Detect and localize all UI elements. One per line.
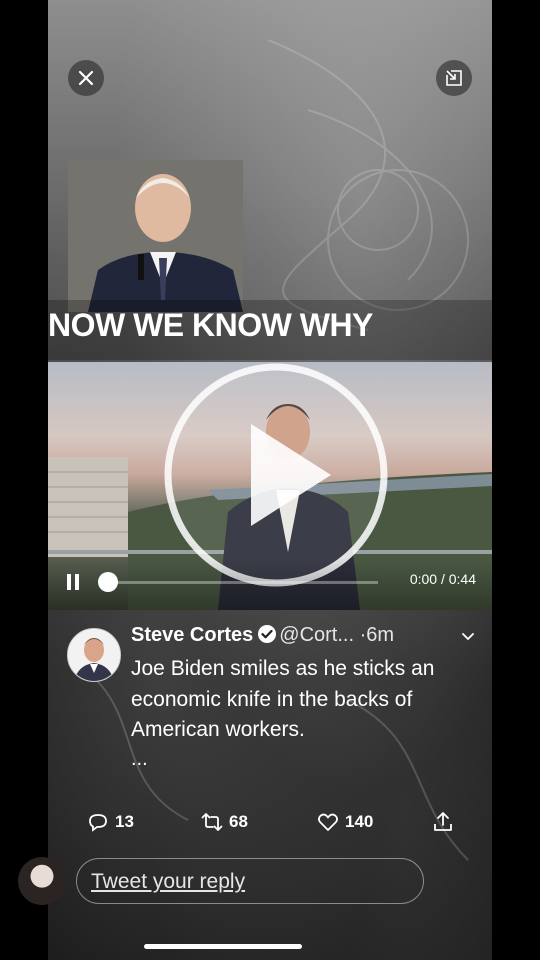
avatar[interactable] bbox=[67, 628, 121, 682]
person-photo-icon bbox=[68, 160, 243, 312]
progress-track[interactable] bbox=[108, 581, 378, 584]
minimize-icon bbox=[446, 70, 462, 86]
tweet-header: Steve Cortes @Cort... ·6m bbox=[131, 624, 476, 647]
play-button[interactable] bbox=[163, 362, 389, 588]
meme-photo bbox=[68, 160, 243, 312]
share-icon bbox=[434, 812, 452, 831]
time-ago: 6m bbox=[366, 624, 395, 646]
video-player[interactable]: 0:00 / 0:44 bbox=[48, 362, 492, 610]
retweet-button[interactable]: 68 bbox=[200, 810, 248, 834]
reply-placeholder: Tweet your reply bbox=[91, 870, 246, 893]
tweet-actions: 13 68 140 bbox=[48, 810, 492, 840]
reply-count: 13 bbox=[115, 812, 134, 831]
like-button[interactable]: 140 bbox=[316, 810, 373, 834]
pause-icon[interactable] bbox=[66, 573, 80, 591]
reply-icon bbox=[89, 814, 107, 832]
minimize-button[interactable] bbox=[436, 60, 472, 96]
heart-icon bbox=[318, 813, 338, 831]
author-photo bbox=[68, 629, 120, 681]
play-icon bbox=[164, 363, 388, 587]
retweet-icon bbox=[201, 813, 223, 831]
meme-caption: NOW WE KNOW WHY bbox=[48, 307, 373, 343]
home-indicator[interactable] bbox=[144, 944, 302, 949]
author-name[interactable]: Steve Cortes bbox=[131, 624, 253, 646]
retweet-count: 68 bbox=[229, 812, 248, 831]
verified-badge-icon bbox=[258, 625, 277, 643]
story-viewer: NOW WE KNOW WHY 0:00 / 0:44 Steve Cortes… bbox=[48, 0, 492, 960]
current-user-avatar[interactable] bbox=[18, 857, 66, 905]
video-controls: 0:00 / 0:44 bbox=[48, 558, 492, 610]
close-icon bbox=[78, 70, 94, 86]
video-time: 0:00 / 0:44 bbox=[409, 571, 476, 587]
chevron-down-icon[interactable] bbox=[460, 628, 476, 644]
like-count: 140 bbox=[345, 812, 374, 831]
tweet-more[interactable]: ... bbox=[131, 748, 148, 771]
reply-input[interactable]: Tweet your reply bbox=[76, 858, 424, 904]
share-button[interactable] bbox=[431, 810, 455, 834]
tweet-text: Joe Biden smiles as he sticks an economi… bbox=[131, 657, 435, 741]
progress-knob[interactable] bbox=[98, 572, 118, 592]
close-button[interactable] bbox=[68, 60, 104, 96]
author-handle: @Cort... bbox=[279, 624, 355, 646]
reply-button[interactable]: 13 bbox=[86, 810, 134, 834]
